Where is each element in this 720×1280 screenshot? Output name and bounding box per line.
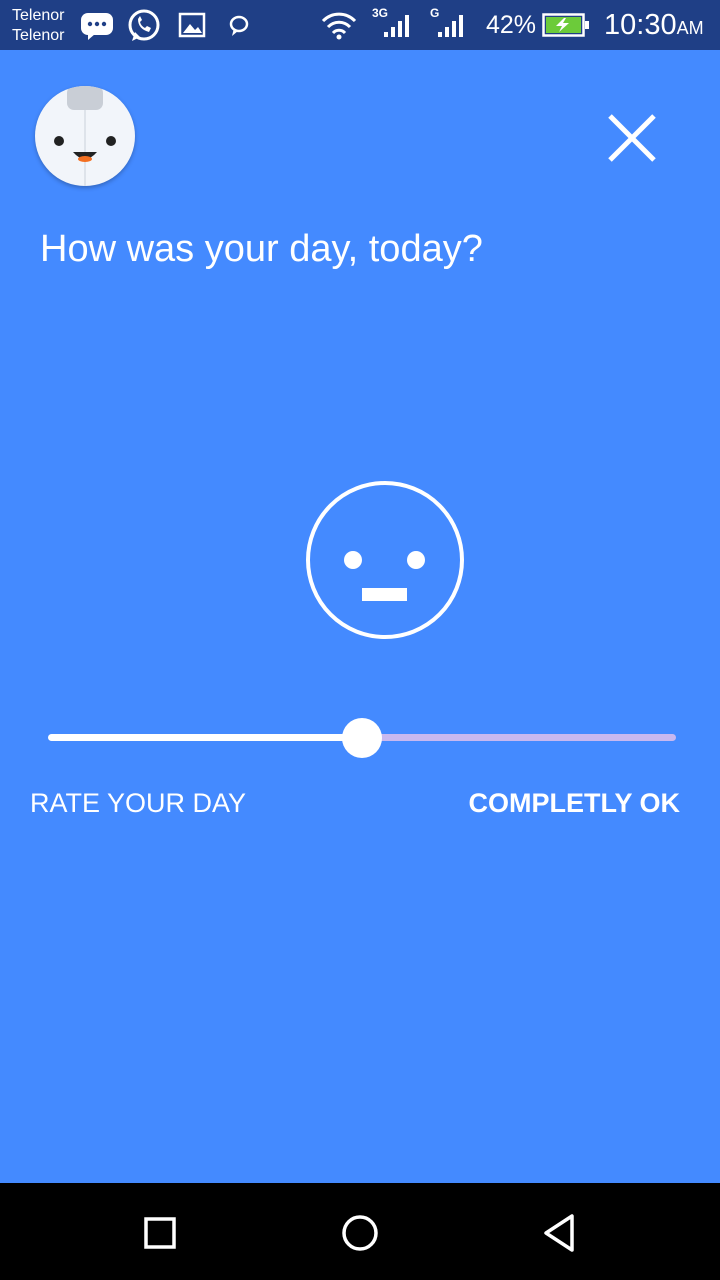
chat-bubble-icon <box>81 13 113 40</box>
day-rating-slider[interactable] <box>46 716 678 760</box>
slider-track-filled <box>48 734 362 741</box>
battery-charging-icon <box>542 13 589 37</box>
battery-percent: 42% <box>486 11 537 39</box>
whatsapp-icon <box>128 9 160 41</box>
page-title: How was your day, today? <box>40 228 483 270</box>
navigation-bar <box>0 1183 720 1280</box>
home-icon[interactable] <box>338 1211 382 1255</box>
clock-time: 10:30 <box>604 9 677 41</box>
robot-avatar-icon <box>35 86 135 186</box>
status-bar: Telenor Telenor 3G G 42% 10:30AM <box>0 0 720 50</box>
signal-icon-1 <box>384 15 409 37</box>
close-icon <box>608 114 656 162</box>
clock: 10:30AM <box>604 9 704 42</box>
slider-track-remaining <box>362 734 676 741</box>
back-icon[interactable] <box>538 1211 582 1255</box>
signal-icon-2 <box>438 15 463 37</box>
rate-your-day-label: RATE YOUR DAY <box>30 788 247 818</box>
rating-value-label: COMPLETLY OK <box>468 788 680 818</box>
carrier-1: Telenor <box>12 7 65 24</box>
recent-apps-icon[interactable] <box>138 1211 182 1255</box>
slider-thumb[interactable] <box>342 718 382 758</box>
gallery-icon <box>178 12 206 38</box>
messenger-icon <box>229 15 249 36</box>
carrier-2: Telenor <box>12 27 65 44</box>
neutral-face-icon <box>306 481 464 639</box>
mood-screen: How was your day, today? RATE YOUR DAY C… <box>0 50 720 1183</box>
close-button[interactable] <box>596 102 668 174</box>
carrier-names: Telenor Telenor <box>12 6 64 46</box>
clock-ampm: AM <box>676 18 704 38</box>
wifi-icon <box>321 12 357 40</box>
